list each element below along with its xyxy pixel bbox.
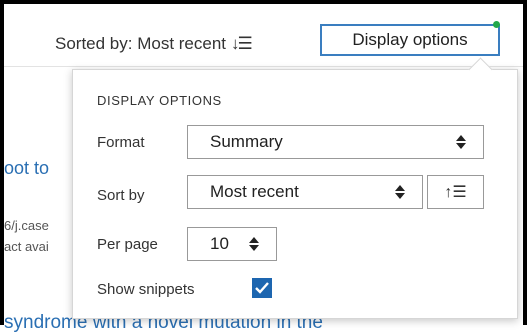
select-updown-icon <box>455 134 467 150</box>
per-page-value: 10 <box>210 234 229 253</box>
per-page-select[interactable]: 10 <box>187 227 277 261</box>
panel-title: DISPLAY OPTIONS <box>97 93 222 108</box>
sort-by-select[interactable]: Most recent <box>187 175 423 209</box>
result-abstract-text: act avai <box>4 239 49 254</box>
format-label: Format <box>97 134 145 151</box>
checkmark-icon <box>255 282 269 294</box>
select-updown-icon <box>394 184 406 200</box>
sort-by-value: Most recent <box>210 182 299 201</box>
display-options-panel: DISPLAY OPTIONS Format Summary Sort by M… <box>72 57 518 319</box>
screenshot-frame-right <box>523 0 527 325</box>
format-select[interactable]: Summary <box>187 125 484 159</box>
result-citation-text: 6/j.case <box>4 218 49 233</box>
sort-order-button[interactable]: ↑☰ <box>427 175 484 209</box>
active-indicator-dot <box>493 21 500 28</box>
display-options-button[interactable]: Display options <box>320 21 500 56</box>
result-title-link[interactable]: oot to <box>4 158 49 179</box>
per-page-label: Per page <box>97 236 158 253</box>
format-value: Summary <box>210 132 283 151</box>
sort-by-label: Sort by <box>97 187 145 204</box>
display-options-label: Display options <box>352 30 468 49</box>
sorted-by-indicator: Sorted by: Most recent ↓☰ <box>55 34 253 54</box>
sort-descending-icon: ↓☰ <box>231 34 253 53</box>
sort-ascending-icon: ↑☰ <box>444 184 467 201</box>
show-snippets-checkbox[interactable] <box>252 278 272 298</box>
show-snippets-label: Show snippets <box>97 281 195 298</box>
sorted-by-label: Sorted by: Most recent <box>55 34 227 53</box>
results-toolbar: Sorted by: Most recent ↓☰ Display option… <box>4 4 523 67</box>
select-updown-icon <box>248 236 260 252</box>
